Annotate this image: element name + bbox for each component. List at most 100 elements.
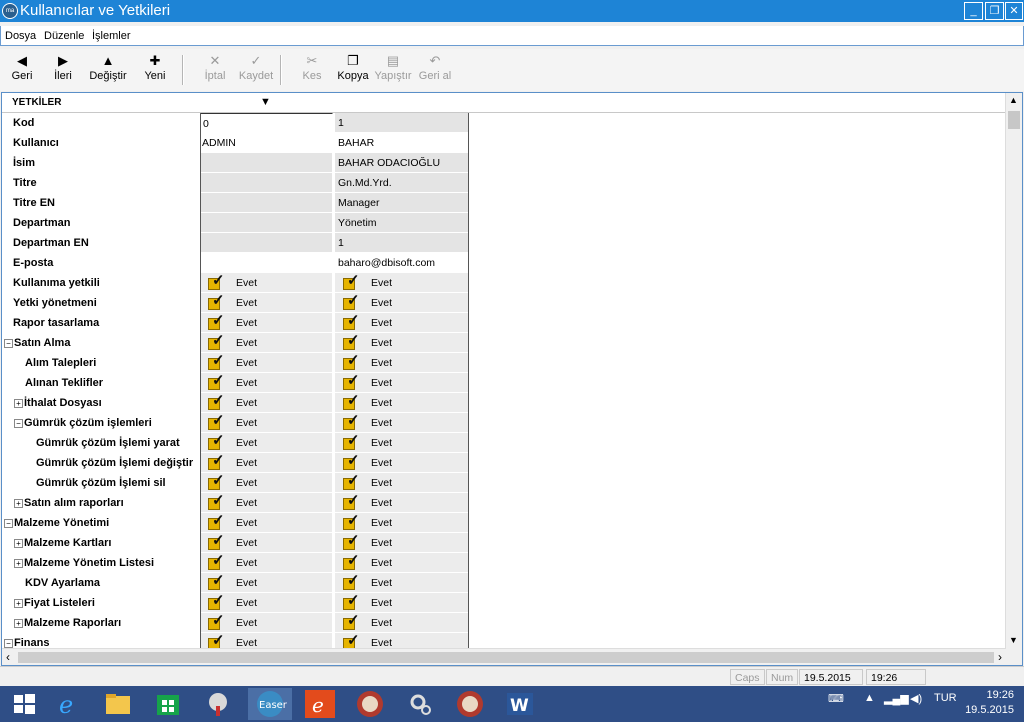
grid-row[interactable]: KDV Ayarlama ✓ Evet ✓ Evet (2, 573, 1006, 593)
grid-row[interactable]: + Fiyat Listeleri ✓ Evet ✓ Evet (2, 593, 1006, 613)
permission-cell[interactable]: ✓ Evet (335, 613, 468, 633)
grid-row[interactable]: Departman Yönetim (2, 213, 1006, 233)
value-cell[interactable]: baharo@dbisoft.com (335, 253, 468, 273)
permission-cell[interactable]: ✓ Evet (200, 453, 333, 473)
checkbox-checked-icon[interactable]: ✓ (208, 393, 226, 411)
value-cell[interactable]: 1 (335, 113, 468, 133)
checkbox-checked-icon[interactable]: ✓ (343, 373, 361, 391)
title-bar[interactable]: ma Kullanıcılar ve Yetkileri _ ❐ ✕ (0, 0, 1024, 22)
collapse-icon[interactable]: − (14, 418, 23, 428)
checkbox-checked-icon[interactable]: ✓ (208, 293, 226, 311)
checkbox-checked-icon[interactable]: ✓ (208, 453, 226, 471)
value-cell[interactable] (200, 173, 333, 193)
checkbox-checked-icon[interactable]: ✓ (343, 293, 361, 311)
grid-row[interactable]: Rapor tasarlama ✓ Evet ✓ Evet (2, 313, 1006, 333)
checkbox-checked-icon[interactable]: ✓ (343, 493, 361, 511)
checkbox-checked-icon[interactable]: ✓ (343, 273, 361, 291)
modify-button[interactable]: ▲ Değiştir (87, 53, 129, 83)
undo-button[interactable]: ↶ Geri al (415, 53, 455, 83)
save-button[interactable]: ✓ Kaydet (236, 53, 276, 83)
browser-icon[interactable]: e (300, 688, 340, 720)
checkbox-checked-icon[interactable]: ✓ (208, 433, 226, 451)
file-explorer-icon[interactable] (98, 688, 138, 720)
grid-row[interactable]: Gümrük çözüm İşlemi değiştir ✓ Evet ✓ Evet (2, 453, 1006, 473)
paint-icon[interactable] (198, 688, 238, 720)
checkbox-checked-icon[interactable]: ✓ (343, 533, 361, 551)
network-icon[interactable]: ▂▄▆ (884, 692, 909, 705)
checkbox-checked-icon[interactable]: ✓ (208, 513, 226, 531)
permission-cell[interactable]: ✓ Evet (335, 573, 468, 593)
permission-cell[interactable]: ✓ Evet (200, 553, 333, 573)
grid-row[interactable]: Yetki yönetmeni ✓ Evet ✓ Evet (2, 293, 1006, 313)
grid-row[interactable]: E-posta baharo@dbisoft.com (2, 253, 1006, 273)
checkbox-checked-icon[interactable]: ✓ (208, 593, 226, 611)
grid-row[interactable]: Alım Talepleri ✓ Evet ✓ Evet (2, 353, 1006, 373)
permission-cell[interactable]: ✓ Evet (335, 473, 468, 493)
value-cell[interactable]: BAHAR ODACIOĞLU (335, 153, 468, 173)
menu-edit[interactable]: Düzenle (44, 30, 84, 42)
grid-row[interactable]: Titre Gn.Md.Yrd. (2, 173, 1006, 193)
checkbox-checked-icon[interactable]: ✓ (343, 513, 361, 531)
grid-row[interactable]: + Malzeme Raporları ✓ Evet ✓ Evet (2, 613, 1006, 633)
windows-start-icon[interactable] (4, 688, 44, 720)
scroll-down-icon[interactable]: ▼ (1009, 635, 1018, 645)
grid-row[interactable]: + Satın alım raporları ✓ Evet ✓ Evet (2, 493, 1006, 513)
checkbox-checked-icon[interactable]: ✓ (208, 353, 226, 371)
forward-button[interactable]: ▶ İleri (43, 53, 83, 83)
checkbox-checked-icon[interactable]: ✓ (208, 613, 226, 631)
checkbox-checked-icon[interactable]: ✓ (343, 333, 361, 351)
grid-row[interactable]: Alınan Teklifler ✓ Evet ✓ Evet (2, 373, 1006, 393)
permission-cell[interactable]: ✓ Evet (200, 433, 333, 453)
checkbox-checked-icon[interactable]: ✓ (343, 593, 361, 611)
permission-cell[interactable]: ✓ Evet (200, 413, 333, 433)
collapse-icon[interactable]: − (4, 518, 13, 528)
app-icon-2[interactable] (450, 688, 490, 720)
checkbox-checked-icon[interactable]: ✓ (343, 413, 361, 431)
permission-cell[interactable]: ✓ Evet (335, 553, 468, 573)
permission-cell[interactable]: ✓ Evet (200, 573, 333, 593)
value-cell[interactable] (200, 253, 333, 273)
settings-icon[interactable] (400, 688, 440, 720)
keyboard-icon[interactable]: ⌨ (828, 692, 844, 705)
permission-cell[interactable]: ✓ Evet (200, 353, 333, 373)
permission-cell[interactable]: ✓ Evet (335, 373, 468, 393)
permission-cell[interactable]: ✓ Evet (200, 293, 333, 313)
kod-input[interactable]: 0 (200, 113, 333, 133)
value-cell[interactable]: 1 (335, 233, 468, 253)
checkbox-checked-icon[interactable]: ✓ (208, 333, 226, 351)
permission-cell[interactable]: ✓ Evet (200, 593, 333, 613)
expand-icon[interactable]: + (14, 538, 23, 548)
permission-cell[interactable]: ✓ Evet (335, 433, 468, 453)
grid-row[interactable]: + İthalat Dosyası ✓ Evet ✓ Evet (2, 393, 1006, 413)
checkbox-checked-icon[interactable]: ✓ (208, 273, 226, 291)
checkbox-checked-icon[interactable]: ✓ (208, 473, 226, 491)
checkbox-checked-icon[interactable]: ✓ (343, 353, 361, 371)
checkbox-checked-icon[interactable]: ✓ (343, 473, 361, 491)
permission-cell[interactable]: ✓ Evet (200, 493, 333, 513)
grid-row[interactable]: − Malzeme Yönetimi ✓ Evet ✓ Evet (2, 513, 1006, 533)
restore-button[interactable]: ❐ (985, 2, 1004, 20)
permission-cell[interactable]: ✓ Evet (335, 333, 468, 353)
value-cell[interactable]: Manager (335, 193, 468, 213)
expand-icon[interactable]: + (14, 558, 23, 568)
value-cell[interactable] (200, 193, 333, 213)
checkbox-checked-icon[interactable]: ✓ (343, 613, 361, 631)
collapse-icon[interactable]: − (4, 638, 13, 648)
expand-icon[interactable]: + (14, 618, 23, 628)
permission-cell[interactable]: ✓ Evet (335, 293, 468, 313)
checkbox-checked-icon[interactable]: ✓ (208, 533, 226, 551)
value-cell[interactable]: ADMIN (200, 133, 333, 153)
grid-row[interactable]: Kod 0 1 (2, 113, 1006, 133)
scroll-thumb-horizontal[interactable] (18, 652, 994, 663)
back-button[interactable]: ◀ Geri (2, 53, 42, 83)
checkbox-checked-icon[interactable]: ✓ (343, 313, 361, 331)
expand-icon[interactable]: + (14, 498, 23, 508)
permission-cell[interactable]: ✓ Evet (200, 513, 333, 533)
permission-cell[interactable]: ✓ Evet (335, 453, 468, 473)
checkbox-checked-icon[interactable]: ✓ (343, 553, 361, 571)
grid-row[interactable]: − Satın Alma ✓ Evet ✓ Evet (2, 333, 1006, 353)
vertical-scrollbar[interactable]: ▲ ▼ (1005, 93, 1022, 665)
easer-icon[interactable]: Easer (248, 688, 292, 720)
value-cell[interactable] (200, 153, 333, 173)
cut-button[interactable]: ✂ Kes (292, 53, 332, 83)
